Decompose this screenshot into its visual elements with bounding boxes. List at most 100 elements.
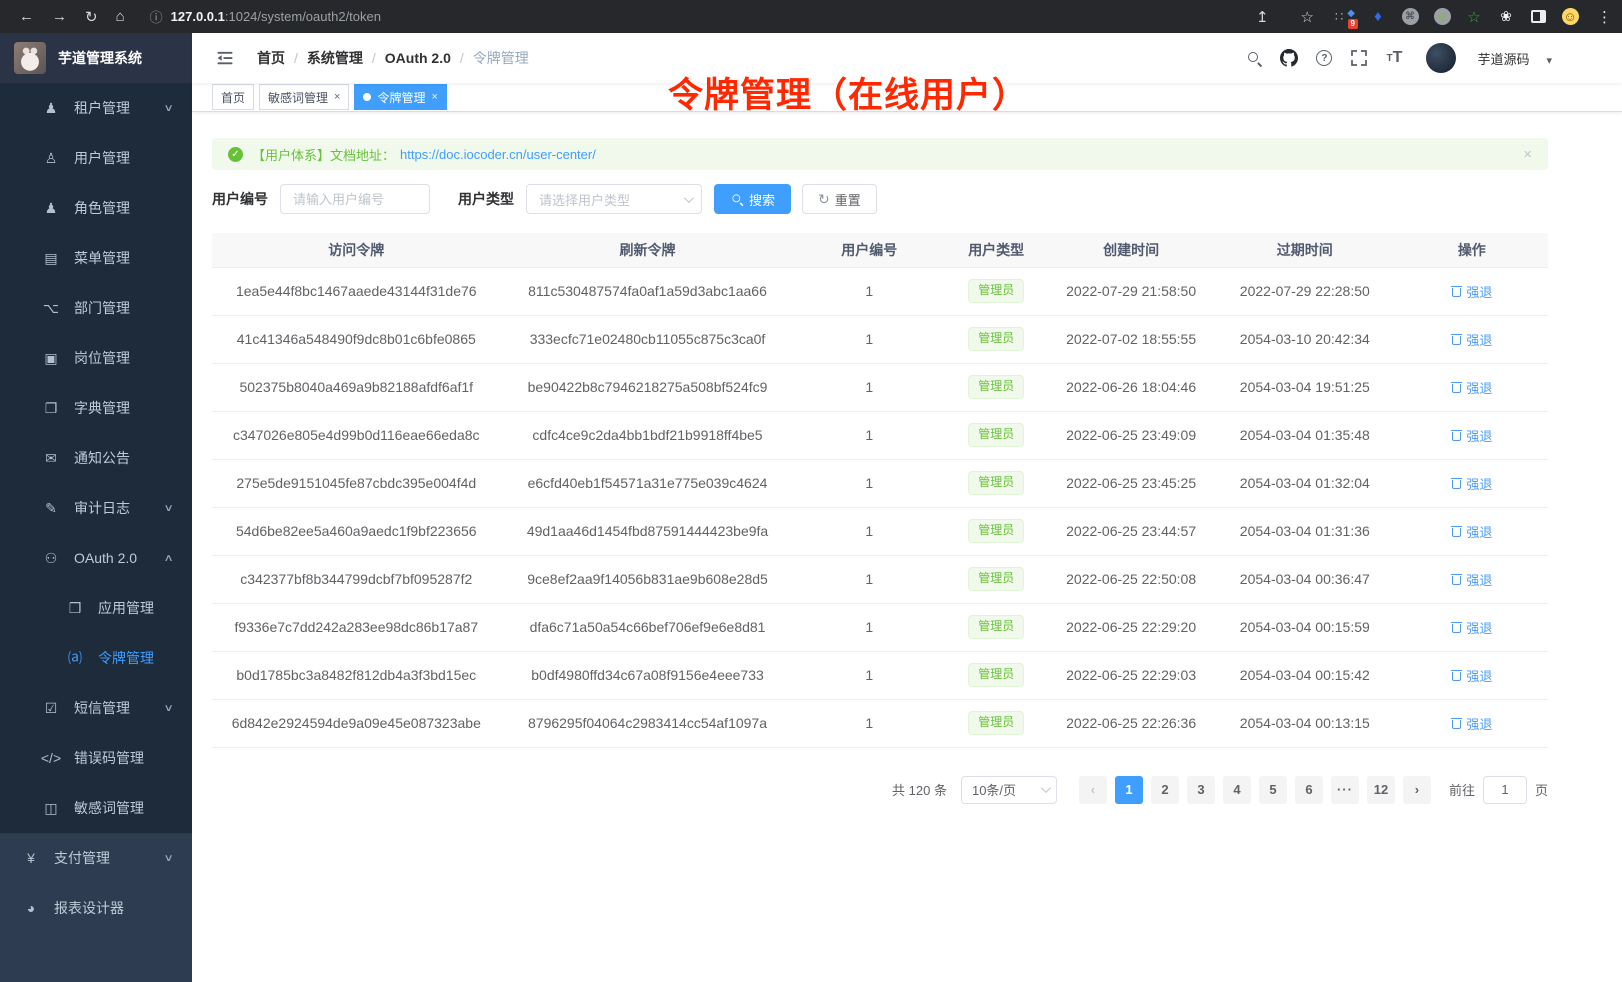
filter-form: 用户编号 用户类型 请选择用户类型 搜索 ↻ 重置: [212, 183, 1548, 215]
sidebar-item[interactable]: ◕ 报表设计器: [0, 883, 192, 933]
breadcrumb-item[interactable]: 令牌管理: [473, 48, 529, 68]
user-avatar[interactable]: [1426, 43, 1456, 73]
doc-link[interactable]: https://doc.iocoder.cn/user-center/: [400, 147, 596, 162]
refresh-token-cell: cdfc4ce9c2da4bb1bdf21b9918ff4be5: [501, 411, 795, 459]
extension-gem-icon[interactable]: ♦: [1369, 8, 1387, 26]
force-logout-button[interactable]: 强退: [1451, 426, 1492, 445]
sidebar-item[interactable]: </> 错误码管理: [0, 733, 192, 783]
page-numbers: 123456···12: [1111, 776, 1399, 804]
browser-home-icon[interactable]: ⌂: [107, 8, 134, 25]
sidebar-item-label: 令牌管理: [98, 648, 154, 668]
force-logout-button[interactable]: 强退: [1451, 474, 1492, 493]
user-type-badge: 管理员: [968, 279, 1024, 303]
next-page-button[interactable]: ›: [1403, 776, 1431, 804]
total-count: 共 120 条: [892, 780, 947, 799]
force-logout-button[interactable]: 强退: [1451, 570, 1492, 589]
breadcrumb-item[interactable]: OAuth 2.0: [385, 50, 473, 66]
sidebar-item[interactable]: ♙ 用户管理: [0, 133, 192, 183]
reset-button[interactable]: ↻ 重置: [802, 184, 877, 214]
user-id-input[interactable]: [280, 184, 430, 214]
prev-page-button[interactable]: ‹: [1079, 776, 1107, 804]
sidebar-item[interactable]: ✎ 审计日志 ∨: [0, 483, 192, 533]
user-type-select[interactable]: 请选择用户类型: [526, 184, 702, 214]
sidebar-item-label: 审计日志: [74, 498, 130, 518]
refresh-token-cell: dfa6c71a50a54c66bef706ef9e6e8d81: [501, 603, 795, 651]
column-header: 用户类型: [944, 233, 1048, 267]
font-size-icon[interactable]: TT: [1385, 49, 1403, 67]
share-icon[interactable]: ↥: [1247, 8, 1278, 26]
page-button[interactable]: 5: [1259, 776, 1287, 804]
force-logout-button[interactable]: 强退: [1451, 618, 1492, 637]
sidebar-item[interactable]: ☑ 短信管理 ∨: [0, 683, 192, 733]
browser-menu-icon[interactable]: ⋮: [1593, 8, 1612, 26]
sidebar-item[interactable]: ♟ 角色管理: [0, 183, 192, 233]
user-id-cell: 1: [794, 363, 944, 411]
caret-down-icon[interactable]: ▾: [1546, 54, 1552, 67]
refresh-token-cell: 9ce8ef2aa9f14056b831ae9b608e28d5: [501, 555, 795, 603]
tab-close-icon[interactable]: ×: [334, 91, 340, 103]
username[interactable]: 芋道源码: [1477, 49, 1529, 68]
sidebar-item[interactable]: ❒ 应用管理: [0, 583, 192, 633]
sidebar-item[interactable]: ▣ 岗位管理: [0, 333, 192, 383]
sidebar-fold-icon[interactable]: [207, 48, 243, 68]
address-bar[interactable]: ⓘ 127.0.0.1:1024/system/oauth2/token: [150, 7, 381, 26]
extension-sidepanel-icon[interactable]: [1529, 8, 1547, 26]
sidebar-item[interactable]: ♟ 租户管理 ∨: [0, 83, 192, 133]
robot-icon: ⚇: [40, 550, 62, 567]
extension-star-icon[interactable]: ☆: [1465, 8, 1483, 26]
sidebar-item[interactable]: ▤ 菜单管理: [0, 233, 192, 283]
force-logout-button[interactable]: 强退: [1451, 714, 1492, 733]
page-size-select[interactable]: 10条/页: [961, 776, 1057, 804]
github-icon[interactable]: [1280, 49, 1298, 67]
site-info-icon[interactable]: ⓘ: [150, 7, 163, 26]
alert-close-icon[interactable]: ×: [1523, 146, 1532, 163]
page-button[interactable]: 1: [1115, 776, 1143, 804]
sidebar-item[interactable]: ⌥ 部门管理: [0, 283, 192, 333]
sidebar-item[interactable]: ⚇ OAuth 2.0 ∧: [0, 533, 192, 583]
extension-flower-icon[interactable]: ❀: [1497, 8, 1515, 26]
browser-back-icon[interactable]: ←: [10, 8, 43, 25]
page-button[interactable]: 3: [1187, 776, 1215, 804]
breadcrumb-item[interactable]: 首页: [257, 48, 307, 68]
help-icon[interactable]: ?: [1315, 49, 1333, 67]
page-button[interactable]: 2: [1151, 776, 1179, 804]
app-logo[interactable]: 芋道管理系统: [0, 33, 192, 83]
force-logout-button[interactable]: 强退: [1451, 378, 1492, 397]
expire-time-cell: 2054-03-04 00:15:42: [1214, 651, 1396, 699]
browser-reload-icon[interactable]: ↻: [76, 8, 107, 26]
sidebar-item-label: 菜单管理: [74, 248, 130, 268]
profile-emoji-icon[interactable]: ☺: [1561, 8, 1579, 26]
tab[interactable]: 敏感词管理 ×: [259, 84, 349, 110]
browser-forward-icon[interactable]: →: [43, 8, 76, 25]
breadcrumb-item[interactable]: 系统管理: [307, 48, 385, 68]
search-icon[interactable]: [1245, 49, 1263, 67]
search-button[interactable]: 搜索: [714, 184, 791, 214]
user-type-badge: 管理员: [968, 327, 1024, 351]
sidebar-item[interactable]: ⒜ 令牌管理: [0, 633, 192, 683]
delete-icon: [1451, 477, 1462, 489]
force-logout-button[interactable]: 强退: [1451, 666, 1492, 685]
page-button[interactable]: ···: [1331, 776, 1359, 804]
bookmark-star-icon[interactable]: ☆: [1292, 8, 1323, 26]
force-logout-button[interactable]: 强退: [1451, 282, 1492, 301]
force-logout-button[interactable]: 强退: [1451, 522, 1492, 541]
extension-record-icon[interactable]: [1433, 8, 1451, 26]
tab[interactable]: 首页: [212, 84, 254, 110]
tab-close-icon[interactable]: ×: [431, 91, 437, 103]
sidebar-item[interactable]: ¥ 支付管理 ∨: [0, 833, 192, 883]
force-logout-button[interactable]: 强退: [1451, 330, 1492, 349]
create-time-cell: 2022-06-25 22:26:36: [1048, 699, 1214, 747]
sidebar-item[interactable]: ◫ 敏感词管理: [0, 783, 192, 833]
sidebar-item[interactable]: ❐ 字典管理: [0, 383, 192, 433]
extension-command-icon[interactable]: ⌘: [1401, 8, 1419, 26]
tab[interactable]: 令牌管理 ×: [354, 84, 446, 110]
page-button[interactable]: 6: [1295, 776, 1323, 804]
sidebar-item[interactable]: ✉ 通知公告: [0, 433, 192, 483]
page-button[interactable]: 4: [1223, 776, 1251, 804]
delete-icon: [1451, 381, 1462, 393]
extension-grid-icon[interactable]: ∷ ◆ 9: [1337, 8, 1355, 26]
fullscreen-icon[interactable]: [1350, 49, 1368, 67]
goto-page-input[interactable]: [1483, 776, 1527, 804]
page-button[interactable]: 12: [1367, 776, 1395, 804]
expire-time-cell: 2054-03-04 01:32:04: [1214, 459, 1396, 507]
